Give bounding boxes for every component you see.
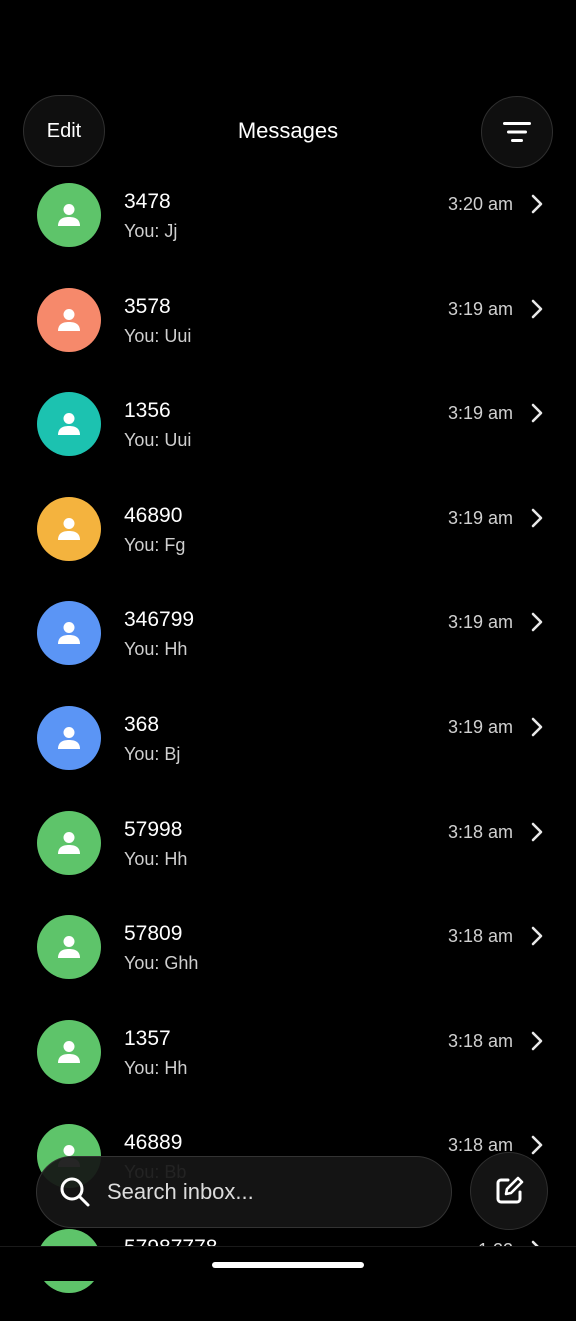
chevron-right-icon [531, 926, 543, 946]
conversation-row[interactable]: 3478 You: Jj 3:20 am [0, 170, 576, 275]
message-preview: You: Uui [124, 325, 192, 346]
filter-lines-icon [503, 122, 531, 142]
conversation-row[interactable]: 3578 You: Uui 3:19 am [0, 275, 576, 380]
contact-name: 1357 [124, 1026, 171, 1050]
contact-name: 57809 [124, 922, 183, 946]
person-icon [58, 622, 80, 645]
message-preview: You: Ghh [124, 953, 199, 974]
message-preview: You: Uui [124, 430, 192, 451]
avatar [37, 915, 101, 980]
message-preview: You: Fg [124, 534, 186, 555]
contact-name: 3578 [124, 294, 171, 318]
person-icon [58, 1040, 80, 1063]
conversation-row[interactable]: 1356 You: Uui 3:19 am [0, 379, 576, 484]
timestamp: 3:19 am [447, 716, 513, 737]
contact-name: 3478 [124, 190, 171, 213]
contact-name: 57998 [124, 817, 183, 841]
person-icon [58, 936, 80, 959]
message-preview: You: Bj [124, 743, 181, 764]
avatar [37, 183, 101, 247]
timestamp: 3:19 am [447, 612, 513, 633]
navigation-bar [0, 1246, 576, 1281]
person-icon [58, 831, 80, 854]
chevron-right-icon [531, 822, 543, 841]
chevron-right-icon [531, 717, 543, 737]
avatar [37, 810, 101, 875]
person-icon [58, 726, 80, 749]
chevron-right-icon [531, 194, 543, 214]
timestamp: 3:20 am [447, 194, 513, 214]
header: Edit Messages [0, 0, 576, 170]
chevron-right-icon [531, 299, 543, 318]
timestamp: 3:18 am [447, 1030, 513, 1051]
contact-name: 368 [124, 712, 160, 736]
avatar [37, 392, 101, 457]
avatar [37, 705, 101, 770]
chevron-right-icon [531, 403, 543, 423]
timestamp: 3:18 am [447, 926, 513, 947]
message-preview: You: Hh [124, 639, 188, 660]
chevron-right-icon [531, 1136, 543, 1155]
timestamp: 3:19 am [447, 403, 513, 424]
timestamp: 3:18 am [447, 821, 513, 842]
message-preview: You: Hh [124, 1057, 188, 1078]
chevron-right-icon [531, 1031, 543, 1051]
conversation-list: 3478 You: Jj 3:20 am 3578 You: Uui 3:19 am 135… [0, 170, 576, 1321]
conversation-row[interactable]: 368 You: Bj 3:19 am [0, 693, 576, 798]
timestamp: 3:19 am [447, 507, 513, 528]
message-preview: You: Jj [124, 221, 178, 241]
conversation-row[interactable]: 46890 You: Fg 3:19 am [0, 484, 576, 589]
home-indicator[interactable] [212, 1262, 364, 1268]
conversation-row[interactable]: 346799 You: Hh 3:19 am [0, 588, 576, 693]
compose-icon [496, 1176, 524, 1204]
contact-name: 46889 [124, 1131, 183, 1155]
conversation-row[interactable]: 1357 You: Hh 3:18 am [0, 1007, 576, 1112]
search-input[interactable] [105, 1178, 409, 1206]
person-icon [58, 413, 80, 436]
compose-button[interactable] [470, 1152, 548, 1230]
avatar [37, 601, 101, 666]
contact-name: 46890 [124, 503, 183, 527]
search-icon [60, 1177, 90, 1207]
message-preview: You: Hh [124, 848, 188, 869]
conversation-row[interactable]: 57998 You: Hh 3:18 am [0, 798, 576, 903]
avatar [37, 1019, 101, 1084]
filter-button[interactable] [481, 96, 553, 168]
person-icon [58, 517, 80, 540]
person-icon [58, 204, 80, 226]
person-icon [58, 308, 80, 331]
contact-name: 1356 [124, 399, 171, 423]
avatar [37, 496, 101, 561]
conversation-row[interactable]: 57809 You: Ghh 3:18 am [0, 902, 576, 1007]
chevron-right-icon [531, 508, 543, 528]
avatar [37, 287, 101, 352]
search-bar[interactable] [36, 1156, 452, 1228]
timestamp: 3:19 am [447, 298, 513, 319]
contact-name: 346799 [124, 608, 195, 632]
chevron-right-icon [531, 613, 543, 632]
